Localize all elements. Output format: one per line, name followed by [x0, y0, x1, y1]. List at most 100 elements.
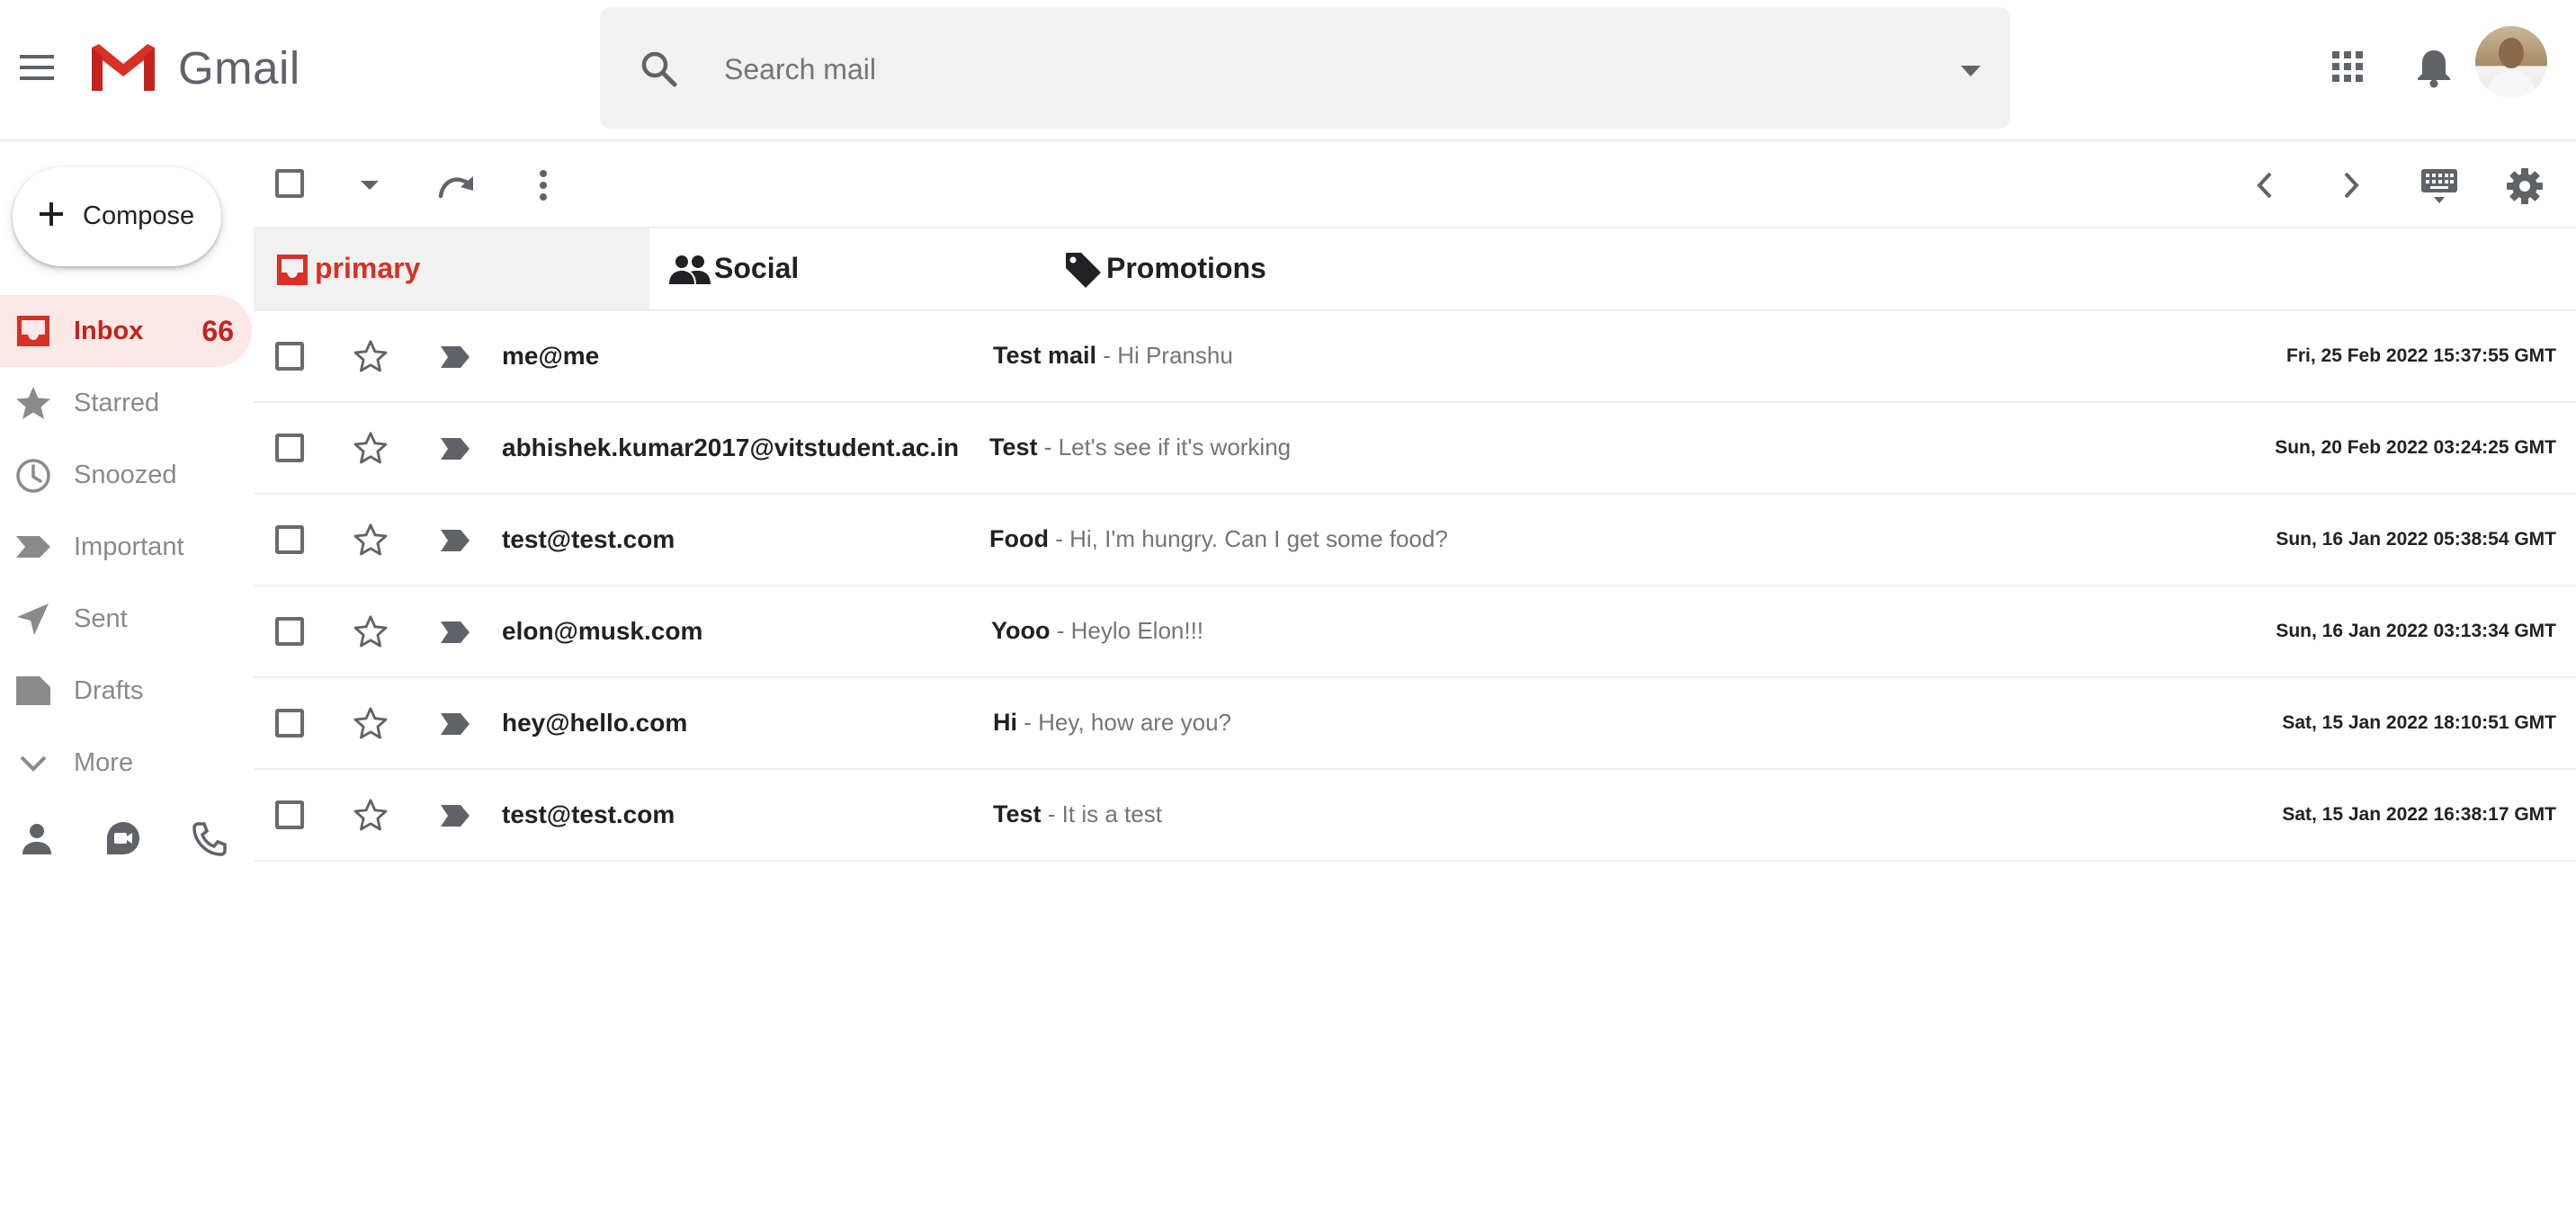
email-date: Sun, 16 Jan 2022 05:38:54 GMT	[2276, 529, 2556, 550]
star-outline-icon[interactable]	[353, 522, 389, 558]
email-sender: elon@musk.com	[502, 617, 703, 645]
email-date: Sat, 15 Jan 2022 16:38:17 GMT	[2282, 804, 2556, 825]
email-row[interactable]: test@test.com Food - Hi, I'm hungry. Can…	[254, 495, 2576, 586]
label-important-icon[interactable]	[439, 802, 471, 829]
label-important-icon[interactable]	[439, 435, 471, 462]
email-row[interactable]: me@me Test mail - Hi Pranshu Fri, 25 Feb…	[254, 311, 2576, 403]
star-outline-icon[interactable]	[353, 797, 389, 833]
sidebar-item-starred[interactable]: Starred	[0, 367, 252, 439]
email-content: Test - Let's see if it's working	[989, 434, 1291, 461]
email-subject: Test	[989, 434, 1038, 460]
tab-primary[interactable]: primary	[254, 228, 649, 309]
email-checkbox[interactable]	[275, 342, 304, 371]
gmail-logo[interactable]: Gmail	[88, 39, 300, 96]
email-content: Test mail - Hi Pranshu	[993, 342, 1233, 370]
email-checkbox[interactable]	[275, 434, 304, 462]
refresh-icon[interactable]	[437, 173, 477, 200]
subject-separator: -	[1043, 434, 1052, 460]
sidebar-item-drafts[interactable]: Drafts	[0, 655, 252, 727]
select-dropdown-icon[interactable]	[360, 180, 380, 191]
email-row[interactable]: test@test.com Test - It is a test Sat, 1…	[254, 770, 2576, 862]
main-menu-icon[interactable]	[16, 49, 58, 85]
label-important-icon[interactable]	[439, 711, 471, 738]
email-subject: Test	[993, 800, 1042, 827]
category-tabs: primary Social Promotions	[254, 228, 2576, 311]
email-content: Test - It is a test	[993, 800, 1162, 828]
sidebar-item-more[interactable]: More	[0, 727, 252, 799]
chevron-right-icon[interactable]	[2340, 171, 2362, 200]
phone-icon[interactable]	[191, 820, 228, 858]
label-important-icon[interactable]	[439, 619, 471, 646]
email-subject: Hi	[993, 709, 1017, 736]
email-checkbox[interactable]	[275, 617, 304, 646]
email-checkbox[interactable]	[275, 800, 304, 829]
user-avatar[interactable]	[2475, 26, 2547, 98]
star-icon	[14, 385, 52, 421]
tab-promotions[interactable]: Promotions	[1063, 228, 1513, 309]
sidebar-item-label: Inbox	[74, 317, 144, 345]
label-important-icon	[14, 529, 52, 565]
sidebar-item-important[interactable]: Important	[0, 511, 252, 583]
email-row[interactable]: abhishek.kumar2017@vitstudent.ac.in Test…	[254, 403, 2576, 495]
subject-separator: -	[1047, 800, 1056, 827]
sidebar-nav: Inbox 66 Starred Snoozed Important Sent …	[0, 295, 252, 799]
compose-button[interactable]: Compose	[13, 167, 221, 266]
settings-gear-icon[interactable]	[2506, 167, 2544, 205]
sidebar-item-label: Snoozed	[74, 460, 177, 489]
email-subject: Yooo	[991, 617, 1051, 644]
inbox-icon	[14, 313, 52, 349]
subject-separator: -	[1055, 525, 1063, 552]
email-date: Sun, 20 Feb 2022 03:24:25 GMT	[2275, 437, 2556, 458]
search-bar[interactable]	[600, 7, 2010, 129]
star-outline-icon[interactable]	[353, 705, 389, 741]
compose-label: Compose	[83, 201, 195, 230]
email-content: Food - Hi, I'm hungry. Can I get some fo…	[989, 525, 1448, 553]
email-row[interactable]: hey@hello.com Hi - Hey, how are you? Sat…	[254, 678, 2576, 770]
tab-label: primary	[315, 252, 421, 284]
mail-toolbar	[254, 142, 2576, 228]
sidebar-item-label: More	[74, 748, 134, 777]
email-sender: test@test.com	[502, 800, 675, 828]
search-icon[interactable]	[640, 49, 679, 89]
email-sender: test@test.com	[502, 525, 675, 553]
sidebar-item-inbox[interactable]: Inbox 66	[0, 295, 252, 367]
tab-social[interactable]: Social	[649, 228, 1063, 309]
email-snippet: Let's see if it's working	[1058, 434, 1292, 460]
sidebar-item-label: Drafts	[74, 676, 144, 705]
notifications-bell-icon[interactable]	[2414, 47, 2454, 88]
tab-label: Social	[714, 252, 800, 284]
tab-label: Promotions	[1106, 252, 1266, 284]
chevron-down-icon	[14, 745, 52, 781]
star-outline-icon[interactable]	[353, 613, 389, 649]
star-outline-icon[interactable]	[353, 430, 389, 466]
star-outline-icon[interactable]	[353, 338, 389, 374]
sidebar-item-label: Starred	[74, 389, 160, 417]
apps-grid-icon[interactable]	[2331, 50, 2364, 83]
more-vert-icon[interactable]	[538, 169, 549, 201]
sidebar-item-snoozed[interactable]: Snoozed	[0, 439, 252, 511]
email-checkbox[interactable]	[275, 709, 304, 738]
label-important-icon[interactable]	[439, 344, 471, 371]
keyboard-icon[interactable]	[2419, 167, 2459, 207]
select-all-checkbox[interactable]	[275, 169, 304, 198]
email-row[interactable]: elon@musk.com Yooo - Heylo Elon!!! Sun, …	[254, 586, 2576, 678]
sidebar-item-sent[interactable]: Sent	[0, 583, 252, 655]
email-date: Sun, 16 Jan 2022 03:13:34 GMT	[2276, 621, 2556, 641]
email-content: Yooo - Heylo Elon!!!	[991, 617, 1203, 645]
sidebar-item-label: Important	[74, 532, 184, 561]
email-checkbox[interactable]	[275, 525, 304, 554]
email-date: Fri, 25 Feb 2022 15:37:55 GMT	[2286, 345, 2556, 366]
video-chat-icon[interactable]	[104, 820, 142, 856]
person-icon[interactable]	[18, 820, 56, 856]
app-name: Gmail	[178, 41, 300, 94]
tag-icon	[1063, 250, 1103, 290]
chevron-left-icon[interactable]	[2254, 171, 2276, 200]
email-content: Hi - Hey, how are you?	[993, 709, 1231, 737]
label-important-icon[interactable]	[439, 527, 471, 554]
email-snippet: It is a test	[1061, 800, 1162, 827]
email-snippet: Hi, I'm hungry. Can I get some food?	[1069, 525, 1448, 552]
inbox-icon	[275, 253, 309, 287]
people-icon	[669, 254, 711, 284]
search-input[interactable]	[722, 43, 1895, 95]
search-options-dropdown-icon[interactable]	[1960, 65, 1981, 77]
